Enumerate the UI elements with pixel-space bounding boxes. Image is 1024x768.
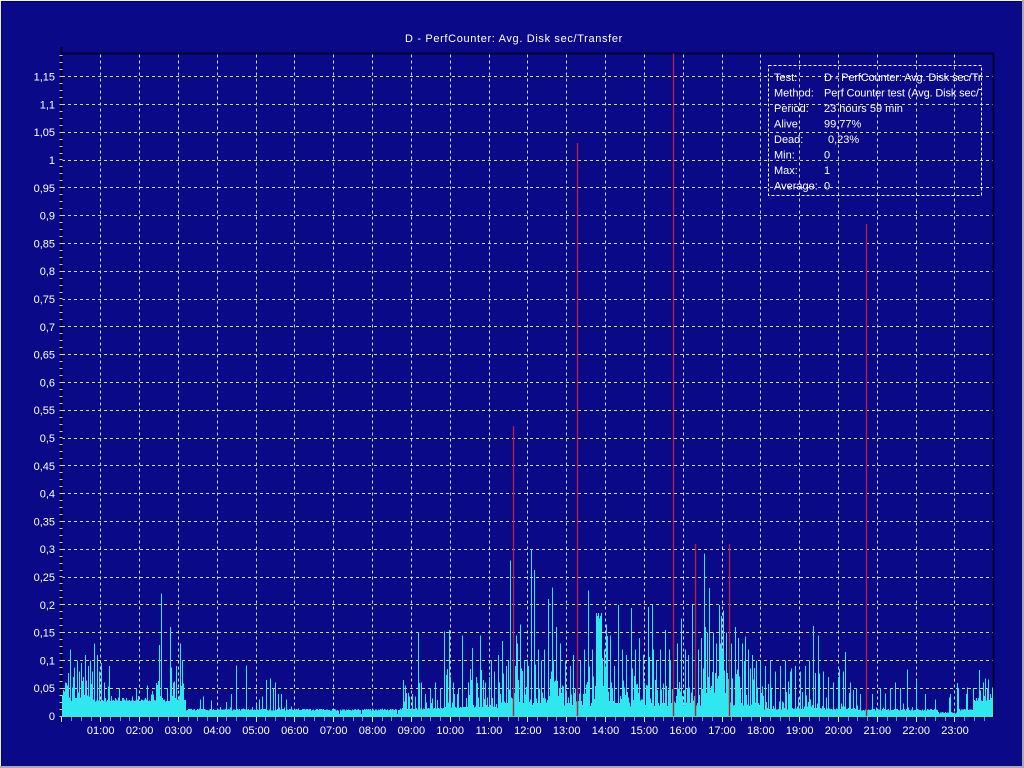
svg-text:0,4: 0,4 [40,489,55,501]
svg-text:07:00: 07:00 [320,725,348,737]
svg-text:0,45: 0,45 [34,461,55,473]
svg-text:0,2: 0,2 [40,600,55,612]
svg-text:12:00: 12:00 [514,725,542,737]
svg-text:1,1: 1,1 [40,99,55,111]
svg-text:19:00: 19:00 [786,725,814,737]
svg-text:09:00: 09:00 [398,725,426,737]
svg-text:0: 0 [824,181,830,193]
svg-text:03:00: 03:00 [165,725,193,737]
svg-text:0,15: 0,15 [34,628,55,640]
svg-text:0: 0 [824,150,830,162]
svg-text:D - PerfCounter: Avg. Disk sec: D - PerfCounter: Avg. Disk sec/Tra [824,72,988,84]
svg-text:Test:: Test: [774,72,797,84]
svg-text:0,5: 0,5 [40,433,55,445]
svg-text:02:00: 02:00 [126,725,154,737]
svg-text:14:00: 14:00 [592,725,620,737]
svg-text:0,8: 0,8 [40,266,55,278]
svg-text:0: 0 [49,711,55,723]
svg-text:13:00: 13:00 [553,725,581,737]
svg-text:1: 1 [49,155,55,167]
svg-text:0,65: 0,65 [34,350,55,362]
svg-text:22:00: 22:00 [902,725,930,737]
svg-text:08:00: 08:00 [359,725,387,737]
svg-text:Perf Counter test (Avg. Disk s: Perf Counter test (Avg. Disk sec/Tr [824,88,989,100]
svg-text:0,05: 0,05 [34,683,55,695]
svg-text:Min:: Min: [774,150,795,162]
svg-text:0,7: 0,7 [40,322,55,334]
svg-text:23:00: 23:00 [941,725,969,737]
svg-text:0,23%: 0,23% [828,134,859,146]
svg-text:Dead:: Dead: [774,134,803,146]
svg-text:05:00: 05:00 [242,725,270,737]
svg-text:Period:: Period: [774,103,809,115]
svg-text:0,25: 0,25 [34,572,55,584]
svg-text:1,15: 1,15 [34,72,55,84]
svg-text:0,55: 0,55 [34,405,55,417]
svg-text:1: 1 [824,165,830,177]
svg-text:0,9: 0,9 [40,211,55,223]
svg-text:1,05: 1,05 [34,127,55,139]
svg-text:0,3: 0,3 [40,544,55,556]
svg-text:Alive:: Alive: [774,119,801,131]
svg-text:15:00: 15:00 [631,725,659,737]
svg-text:21:00: 21:00 [864,725,892,737]
svg-text:Average:: Average: [774,181,818,193]
svg-text:01:00: 01:00 [87,725,115,737]
svg-text:20:00: 20:00 [825,725,853,737]
svg-text:0,85: 0,85 [34,238,55,250]
svg-text:0,75: 0,75 [34,294,55,306]
svg-text:0,95: 0,95 [34,183,55,195]
svg-text:10:00: 10:00 [436,725,464,737]
svg-text:0,1: 0,1 [40,655,55,667]
svg-text:0,6: 0,6 [40,377,55,389]
svg-text:99,77%: 99,77% [824,119,862,131]
svg-text:Method:: Method: [774,88,814,100]
svg-text:Max:: Max: [774,165,798,177]
svg-text:16:00: 16:00 [669,725,697,737]
svg-text:D - PerfCounter: Avg. Disk sec: D - PerfCounter: Avg. Disk sec/Transfer [405,33,623,45]
svg-text:04:00: 04:00 [203,725,231,737]
svg-text:18:00: 18:00 [747,725,775,737]
svg-text:23 hours 59 min: 23 hours 59 min [824,103,903,115]
svg-text:06:00: 06:00 [281,725,309,737]
svg-text:11:00: 11:00 [476,725,503,737]
svg-text:0,35: 0,35 [34,516,55,528]
svg-text:17:00: 17:00 [708,725,736,737]
